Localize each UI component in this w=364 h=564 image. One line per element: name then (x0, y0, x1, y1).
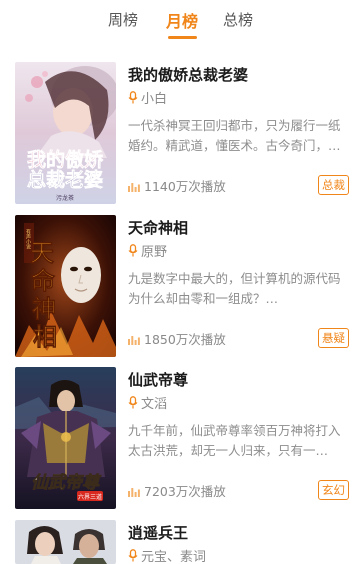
cover-title-line-1: 我的傲娇 (27, 148, 104, 171)
cover-title-char: 天 (30, 238, 54, 267)
microphone-icon (128, 243, 138, 257)
microphone-icon (128, 548, 138, 562)
play-count-text: 1850万次播放 (144, 331, 226, 347)
book-title: 仙武帝尊 (128, 371, 189, 389)
cover-title: 仙武帝尊 (31, 473, 102, 493)
description-line: 一代杀神冥王回归都市，只为履行一纸 (128, 118, 341, 133)
book-author: 原野 (128, 242, 168, 260)
book-item[interactable]: 我的傲娇 总裁老婆 污龙茶 我的傲娇总裁老婆 小白 一代杀神冥王回归都市，只为履… (15, 62, 349, 204)
equalizer-icon (128, 485, 140, 497)
svg-text:六界三道: 六界三道 (78, 493, 102, 501)
book-title: 我的傲娇总裁老婆 (128, 66, 249, 84)
play-count-text: 1140万次播放 (144, 178, 226, 194)
category-tag[interactable]: 总裁 (318, 175, 349, 195)
author-name: 元宝、素词 (141, 549, 207, 564)
tab-weekly[interactable]: 周榜 (108, 9, 138, 30)
play-count-text: 7203万次播放 (144, 483, 226, 499)
author-name: 小白 (141, 91, 168, 107)
book-description: 九千年前，仙武帝尊率领百万神将打入 太古洪荒，却无一人归来，只有一… (128, 421, 347, 461)
cover-title-char: 相 (33, 322, 57, 351)
cover-small-text: 污龙茶 (56, 194, 74, 202)
book-item[interactable]: 仙武帝尊 六界三道 仙武帝尊 文滔 九千年前，仙武帝尊率领百万神将打入 太古洪荒… (15, 367, 349, 509)
cover-title-char: 命 (31, 266, 56, 295)
book-author: 元宝、素词 (128, 547, 207, 564)
tab-monthly[interactable]: 月榜 (166, 8, 198, 32)
author-name: 原野 (141, 244, 168, 260)
microphone-icon (128, 395, 138, 409)
book-description: 九是数字中最大的，但计算机的源代码 为什么却由零和一组成？… (128, 269, 347, 309)
book-author: 小白 (128, 89, 168, 107)
book-cover: 我的傲娇 总裁老婆 污龙茶 (15, 62, 116, 204)
play-count: 1140万次播放 (128, 177, 226, 194)
book-cover (15, 520, 116, 564)
play-count: 1850万次播放 (128, 330, 226, 347)
book-cover: 仙武帝尊 六界三道 (15, 367, 116, 509)
description-line: 为什么却由零和一组成？… (128, 291, 279, 306)
equalizer-icon (128, 180, 140, 192)
book-cover: 有声小说 天 命 神 相 (15, 215, 116, 357)
ranking-tabs: 周榜 月榜 总榜 (0, 0, 364, 40)
active-tab-indicator (168, 36, 197, 39)
tab-total[interactable]: 总榜 (223, 9, 253, 30)
description-line: 太古洪荒，却无一人归来，只有一… (128, 443, 329, 458)
cover-title-line-2: 总裁老婆 (27, 168, 103, 191)
cover-title-char: 神 (32, 294, 56, 323)
book-author: 文滔 (128, 394, 168, 412)
book-item[interactable]: 逍遥兵王 元宝、素词 (15, 520, 349, 564)
play-count: 7203万次播放 (128, 482, 226, 499)
equalizer-icon (128, 333, 140, 345)
book-title: 天命神相 (128, 219, 189, 237)
description-line: 九是数字中最大的，但计算机的源代码 (128, 271, 341, 286)
book-item[interactable]: 有声小说 天 命 神 相 天命神相 原野 九是数字中最大的，但计算机的源代码 为… (15, 215, 349, 357)
book-title: 逍遥兵王 (128, 524, 189, 542)
microphone-icon (128, 90, 138, 104)
description-line: 婚约。精武道，懂医术。古今奇门，… (128, 138, 341, 153)
author-name: 文滔 (141, 396, 168, 412)
description-line: 九千年前，仙武帝尊率领百万神将打入 (128, 423, 341, 438)
book-description: 一代杀神冥王回归都市，只为履行一纸 婚约。精武道，懂医术。古今奇门，… (128, 116, 347, 156)
category-tag[interactable]: 玄幻 (318, 480, 349, 500)
category-tag[interactable]: 悬疑 (318, 328, 349, 348)
